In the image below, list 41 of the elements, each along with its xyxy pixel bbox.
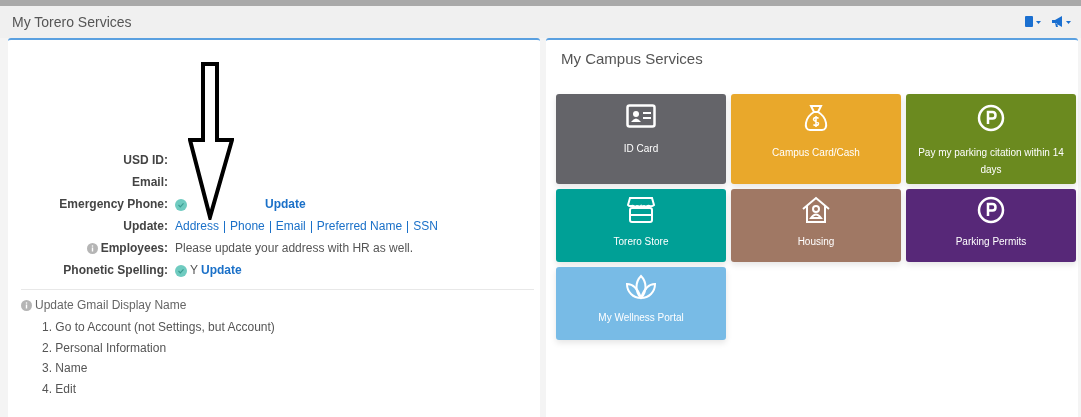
instruction-step: 2. Personal Information: [21, 337, 540, 358]
down-arrow-icon: [188, 62, 234, 220]
house-person-icon: [801, 196, 831, 224]
update-link[interactable]: Update: [265, 196, 306, 213]
update-option-link[interactable]: Email: [275, 218, 306, 235]
parking-icon: [977, 104, 1005, 132]
field-value: Y: [190, 262, 198, 279]
lotus-icon: [625, 274, 657, 300]
update-option-link[interactable]: SSN: [413, 218, 438, 235]
field-label: Update:: [123, 218, 168, 235]
bookmark-dropdown-icon[interactable]: [1025, 16, 1043, 28]
storefront-icon: [626, 196, 656, 224]
instructions-title: Update Gmail Display Name: [35, 298, 187, 312]
id-card-icon: [626, 104, 656, 128]
service-tile[interactable]: ID Card: [556, 94, 726, 184]
info-icon: [86, 243, 98, 254]
instruction-step: 1. Go to Account (not Settings, but Account): [21, 317, 540, 338]
field-label: Employees:: [100, 240, 168, 257]
update-link[interactable]: Update: [201, 262, 242, 279]
service-tile[interactable]: Torero Store: [556, 189, 726, 262]
section-title: My Campus Services: [560, 49, 704, 69]
page-title: My Torero Services: [12, 14, 132, 30]
check-icon: [175, 264, 187, 277]
update-option-link[interactable]: Preferred Name: [316, 218, 403, 235]
note-text: Please update your address with HR as well.: [175, 240, 414, 257]
instruction-step: 3. Name: [21, 358, 540, 379]
field-label: Email:: [132, 174, 168, 191]
info-icon: [21, 299, 32, 311]
parking-icon: [977, 196, 1005, 224]
field-label: USD ID:: [123, 152, 168, 169]
service-tile[interactable]: Parking Permits: [906, 189, 1076, 262]
megaphone-dropdown-icon[interactable]: [1051, 16, 1073, 28]
money-bag-icon: [802, 104, 830, 132]
service-tile[interactable]: Pay my parking citation within 14 days: [906, 94, 1076, 184]
field-label: Emergency Phone:: [59, 196, 168, 213]
service-tile[interactable]: Housing: [731, 189, 901, 262]
update-option-link[interactable]: Phone: [230, 218, 265, 235]
instruction-step: 4. Edit: [21, 378, 540, 399]
field-label: Phonetic Spelling:: [63, 262, 168, 279]
check-icon: [175, 198, 187, 211]
update-option-link[interactable]: Address: [175, 218, 220, 235]
